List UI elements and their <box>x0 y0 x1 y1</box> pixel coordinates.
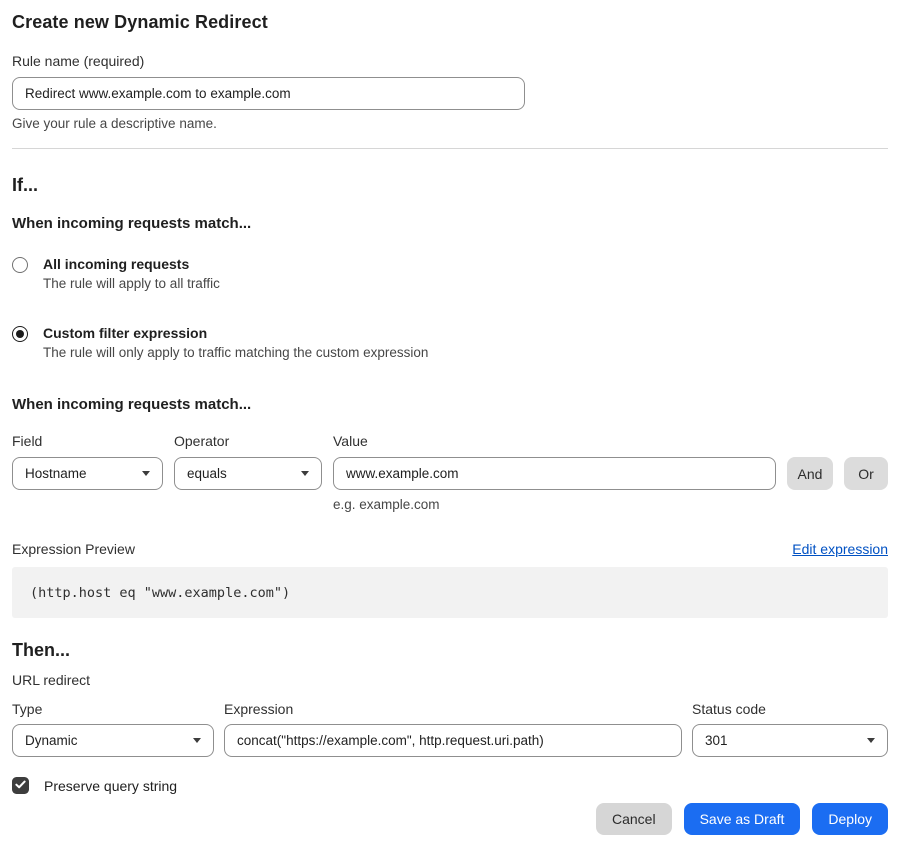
expression-preview-label: Expression Preview <box>12 541 135 557</box>
save-as-draft-button[interactable]: Save as Draft <box>684 803 801 835</box>
value-input[interactable] <box>333 457 776 490</box>
if-section-heading: If... <box>12 175 888 196</box>
field-dropdown[interactable]: Hostname <box>12 457 163 490</box>
match-heading: When incoming requests match... <box>12 215 888 232</box>
preserve-query-row[interactable]: Preserve query string <box>12 777 888 794</box>
operator-label: Operator <box>174 433 322 449</box>
radio-all-incoming-description: The rule will apply to all traffic <box>43 276 220 291</box>
preserve-query-checkbox[interactable] <box>12 777 29 794</box>
radio-custom-filter-icon[interactable] <box>12 326 28 342</box>
chevron-down-icon <box>193 738 201 743</box>
preserve-query-label: Preserve query string <box>44 778 177 794</box>
expression-label: Expression <box>224 701 682 717</box>
radio-all-incoming-icon[interactable] <box>12 257 28 273</box>
chevron-down-icon <box>301 471 309 476</box>
option-all-incoming-requests[interactable]: All incoming requests The rule will appl… <box>12 256 888 291</box>
create-dynamic-redirect-form: Create new Dynamic Redirect Rule name (r… <box>0 0 907 835</box>
field-dropdown-value: Hostname <box>25 466 87 481</box>
expression-preview-box: (http.host eq "www.example.com") <box>12 567 888 618</box>
page-title: Create new Dynamic Redirect <box>12 12 888 33</box>
type-label: Type <box>12 701 214 717</box>
type-dropdown-value: Dynamic <box>25 733 78 748</box>
section-divider <box>12 148 888 149</box>
status-code-dropdown-value: 301 <box>705 733 728 748</box>
and-button[interactable]: And <box>787 457 833 490</box>
expression-preview-code: (http.host eq "www.example.com") <box>30 585 290 601</box>
rule-name-label: Rule name (required) <box>12 53 888 69</box>
edit-expression-link[interactable]: Edit expression <box>792 541 888 557</box>
value-helper: e.g. example.com <box>333 497 776 512</box>
type-dropdown[interactable]: Dynamic <box>12 724 214 757</box>
rule-name-helper: Give your rule a descriptive name. <box>12 116 888 131</box>
field-label: Field <box>12 433 163 449</box>
or-button[interactable]: Or <box>844 457 888 490</box>
value-label: Value <box>333 433 776 449</box>
then-section-heading: Then... <box>12 640 888 661</box>
rule-name-input[interactable] <box>12 77 525 110</box>
filter-heading: When incoming requests match... <box>12 396 888 413</box>
redirect-expression-input[interactable] <box>224 724 682 757</box>
chevron-down-icon <box>867 738 875 743</box>
option-custom-filter-expression[interactable]: Custom filter expression The rule will o… <box>12 325 888 360</box>
chevron-down-icon <box>142 471 150 476</box>
radio-all-incoming-label: All incoming requests <box>43 256 220 272</box>
deploy-button[interactable]: Deploy <box>812 803 888 835</box>
status-code-label: Status code <box>692 701 888 717</box>
operator-dropdown-value: equals <box>187 466 227 481</box>
check-icon <box>15 777 26 795</box>
status-code-dropdown[interactable]: 301 <box>692 724 888 757</box>
operator-dropdown[interactable]: equals <box>174 457 322 490</box>
radio-custom-filter-description: The rule will only apply to traffic matc… <box>43 345 428 360</box>
radio-custom-filter-label: Custom filter expression <box>43 325 428 341</box>
url-redirect-label: URL redirect <box>12 672 888 688</box>
cancel-button[interactable]: Cancel <box>596 803 672 835</box>
